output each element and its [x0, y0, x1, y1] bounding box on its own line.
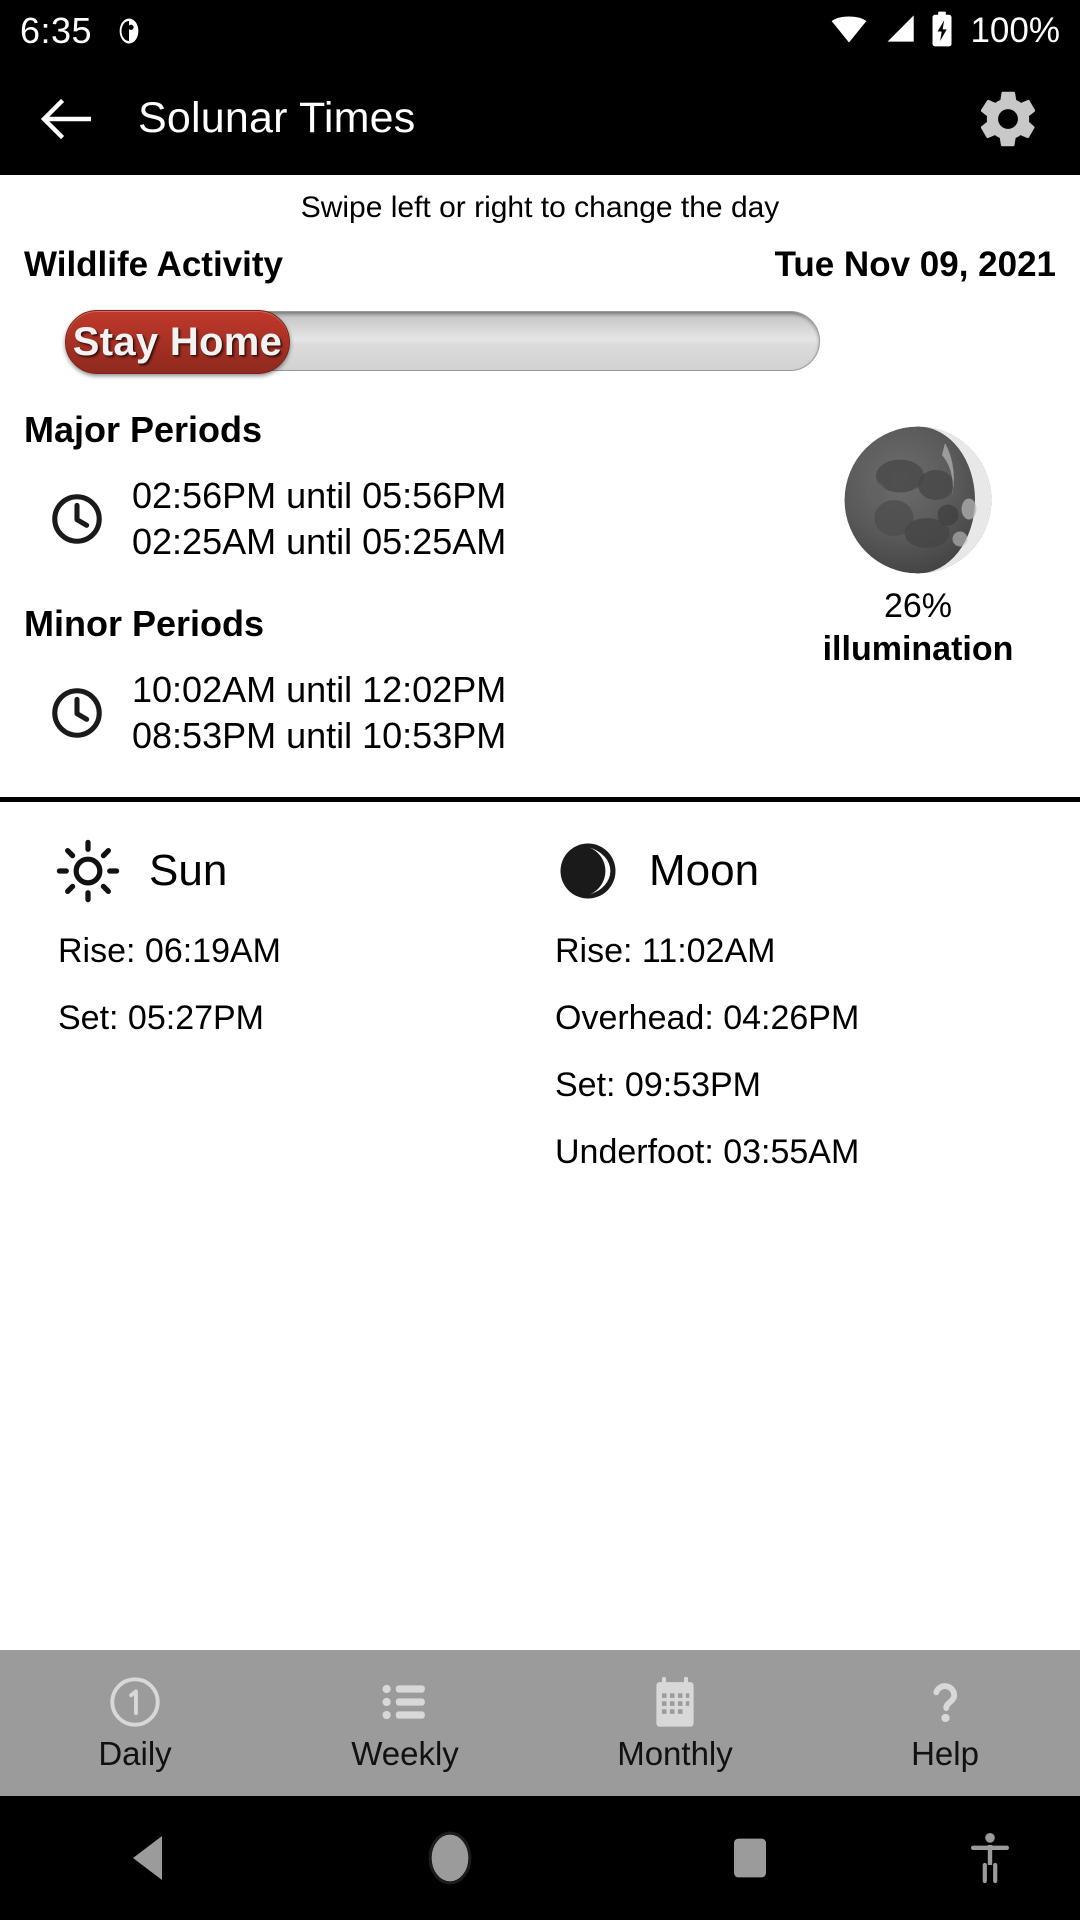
gear-icon[interactable]	[972, 83, 1044, 155]
list-icon	[376, 1673, 434, 1731]
question-mark-icon	[916, 1673, 974, 1731]
accessibility-icon[interactable]	[900, 1831, 1080, 1885]
minor-period-2: 08:53PM until 10:53PM	[132, 715, 507, 757]
notification-icon	[114, 16, 144, 46]
moon-phase-panel: 26% illumination	[768, 425, 1068, 669]
android-nav-bar	[0, 1796, 1080, 1920]
back-triangle-icon[interactable]	[0, 1833, 300, 1883]
moon-rise: Rise: 11:02AM	[555, 932, 776, 971]
tab-daily-label: Daily	[98, 1735, 172, 1772]
moon-illumination-caption: illumination	[822, 630, 1014, 668]
major-period-2: 02:25AM until 05:25AM	[132, 521, 507, 563]
wildlife-activity-label: Wildlife Activity	[24, 245, 283, 284]
recents-square-icon[interactable]	[600, 1835, 900, 1881]
sun-label: Sun	[149, 846, 228, 896]
activity-rating-fill: Stay Home	[65, 310, 290, 374]
moon-underfoot: Underfoot: 03:55AM	[555, 1133, 860, 1172]
tab-help-label: Help	[911, 1735, 979, 1772]
sun-header: Sun	[55, 838, 540, 904]
number-one-circle-icon	[106, 1673, 164, 1731]
tab-monthly[interactable]: Monthly	[540, 1673, 810, 1773]
activity-header-row: Wildlife Activity Tue Nov 09, 2021	[0, 225, 1080, 285]
tab-daily[interactable]: Daily	[0, 1673, 270, 1773]
current-date-label: Tue Nov 09, 2021	[774, 245, 1056, 284]
tab-weekly[interactable]: Weekly	[270, 1673, 540, 1773]
moon-column: Moon Rise: 11:02AM Overhead: 04:26PM Set…	[540, 838, 1080, 1172]
sun-icon	[55, 838, 121, 904]
arrow-left-icon[interactable]	[30, 82, 104, 156]
activity-rating-label: Stay Home	[72, 319, 283, 364]
main-content: Swipe left or right to change the day Wi…	[0, 175, 1080, 1173]
wifi-icon	[829, 12, 869, 50]
moon-header: Moon	[555, 838, 1080, 904]
moon-set: Set: 09:53PM	[555, 1066, 762, 1105]
status-bar: 6:35 100%	[0, 0, 1080, 62]
bottom-tab-bar: Daily Weekly Monthly Help	[0, 1650, 1080, 1796]
cellular-signal-icon	[881, 12, 917, 50]
clock-icon	[48, 684, 106, 742]
status-bar-clock: 6:35	[20, 10, 93, 51]
periods-block: 26% illumination Major Periods 02:56PM u…	[0, 409, 1080, 759]
tab-help[interactable]: Help	[810, 1673, 1080, 1773]
celestial-bodies-section: Sun Rise: 06:19AM Set: 05:27PM Moon Rise…	[0, 802, 1080, 1172]
moon-overhead: Overhead: 04:26PM	[555, 999, 860, 1038]
moon-icon	[555, 838, 621, 904]
tab-monthly-label: Monthly	[617, 1735, 733, 1772]
sun-rise: Rise: 06:19AM	[58, 932, 281, 971]
sun-set: Set: 05:27PM	[58, 999, 265, 1038]
sun-column: Sun Rise: 06:19AM Set: 05:27PM	[0, 838, 540, 1172]
moon-phase-image	[843, 425, 993, 575]
moon-label: Moon	[649, 846, 760, 896]
minor-period-1: 10:02AM until 12:02PM	[132, 669, 507, 711]
clock-icon	[48, 490, 106, 548]
battery-charging-icon	[929, 10, 955, 53]
app-screen: 6:35 100% Solunar Times Swipe left or ri…	[0, 0, 1080, 1920]
app-bar: Solunar Times	[0, 62, 1080, 175]
activity-rating-bar-wrap: Stay Home	[0, 285, 1080, 374]
tab-weekly-label: Weekly	[351, 1735, 459, 1772]
calendar-icon	[646, 1673, 704, 1731]
battery-percent-label: 100%	[970, 11, 1060, 50]
major-period-1: 02:56PM until 05:56PM	[132, 475, 507, 516]
moon-illumination-percent: 26%	[883, 587, 953, 625]
page-title: Solunar Times	[138, 94, 416, 142]
swipe-hint: Swipe left or right to change the day	[300, 191, 780, 224]
home-circle-icon[interactable]	[300, 1830, 600, 1886]
activity-rating-track[interactable]: Stay Home	[65, 310, 820, 374]
minor-periods-row: 10:02AM until 12:02PM 08:53PM until 10:5…	[24, 667, 1056, 759]
